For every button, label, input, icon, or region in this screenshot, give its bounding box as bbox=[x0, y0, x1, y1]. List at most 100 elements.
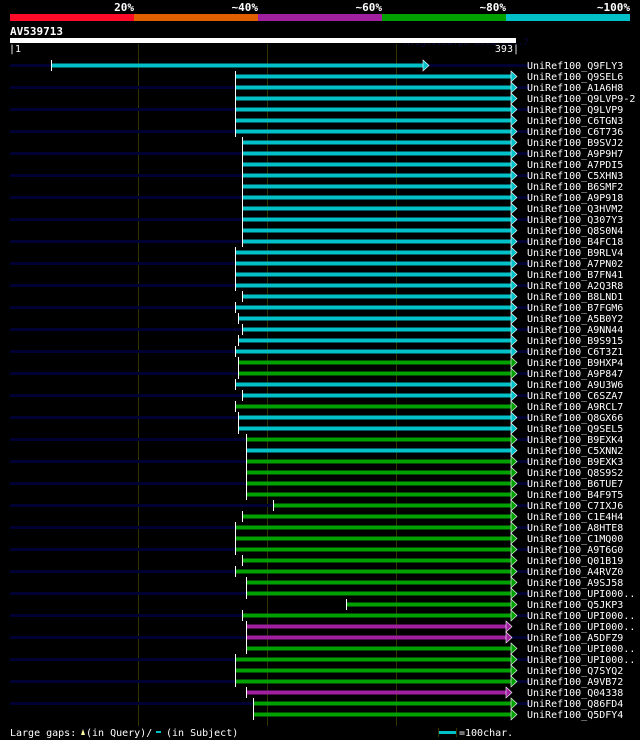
hit-label[interactable]: UniRef100_B7FN41 bbox=[527, 270, 623, 281]
hit-start-tick bbox=[235, 280, 236, 291]
hit-bar bbox=[246, 690, 507, 695]
hit-label[interactable]: UniRef100_A4RVZ0 bbox=[527, 567, 623, 578]
hit-label[interactable]: UniRef100_C7IXJ6 bbox=[527, 501, 623, 512]
hit-bar bbox=[235, 96, 512, 101]
hit-label[interactable]: UniRef100_UPI000.. bbox=[527, 644, 635, 655]
hit-bar bbox=[273, 503, 512, 508]
hit-start-tick bbox=[242, 181, 243, 192]
hit-bar bbox=[242, 151, 512, 156]
hit-label[interactable]: UniRef100_B9EXK3 bbox=[527, 457, 623, 468]
hit-label[interactable]: UniRef100_Q8S9S2 bbox=[527, 468, 623, 479]
hit-start-tick bbox=[235, 82, 236, 93]
hit-start-tick bbox=[246, 577, 247, 588]
hit-bar bbox=[238, 316, 512, 321]
hit-label[interactable]: UniRef100_Q9SEL5 bbox=[527, 424, 623, 435]
hit-label[interactable]: UniRef100_Q7SYQ2 bbox=[527, 666, 623, 677]
hit-start-tick bbox=[51, 60, 52, 71]
hit-bar bbox=[346, 602, 512, 607]
hit-label[interactable]: UniRef100_C5XHN3 bbox=[527, 171, 623, 182]
hit-label[interactable]: UniRef100_B9S915 bbox=[527, 336, 623, 347]
hit-label[interactable]: UniRef100_A9P9H7 bbox=[527, 149, 623, 160]
hit-label[interactable]: UniRef100_Q9LVP9 bbox=[527, 105, 623, 116]
hit-label[interactable]: UniRef100_A9SJ58 bbox=[527, 578, 623, 589]
hit-bar bbox=[235, 668, 512, 673]
hit-label[interactable]: UniRef100_A9NN44 bbox=[527, 325, 623, 336]
hit-bar bbox=[246, 646, 512, 651]
hit-bar bbox=[235, 525, 512, 530]
hit-start-tick bbox=[238, 335, 239, 346]
hit-start-tick bbox=[242, 555, 243, 566]
hit-bar bbox=[235, 261, 512, 266]
hit-label[interactable]: UniRef100_B9SVJ2 bbox=[527, 138, 623, 149]
legend-label: ~80% bbox=[480, 1, 507, 14]
hit-label[interactable]: UniRef100_A2Q3R8 bbox=[527, 281, 623, 292]
hit-label[interactable]: UniRef100_B6SMF2 bbox=[527, 182, 623, 193]
hit-bar bbox=[253, 712, 512, 717]
hit-start-tick bbox=[235, 544, 236, 555]
hit-label[interactable]: UniRef100_Q5DFY4 bbox=[527, 710, 623, 721]
alignment-graphic: 20% ~40% ~60% ~80% ~100% AV539713 AlignV… bbox=[0, 0, 640, 740]
hit-label[interactable]: UniRef100_B6TUE7 bbox=[527, 479, 623, 490]
hit-start-tick bbox=[246, 434, 247, 445]
hit-label[interactable]: UniRef100_C1MQ00 bbox=[527, 534, 623, 545]
hit-label[interactable]: UniRef100_UPI000.. bbox=[527, 589, 635, 600]
hit-label[interactable]: UniRef100_Q8GX66 bbox=[527, 413, 623, 424]
hit-start-tick bbox=[346, 599, 347, 610]
hit-label[interactable]: UniRef100_Q86FD4 bbox=[527, 699, 623, 710]
hit-label[interactable]: UniRef100_Q9SEL6 bbox=[527, 72, 623, 83]
hit-label[interactable]: UniRef100_Q5JKP3 bbox=[527, 600, 623, 611]
hit-label[interactable]: UniRef100_B4F9T5 bbox=[527, 490, 623, 501]
hit-label[interactable]: UniRef100_UPI000.. bbox=[527, 655, 635, 666]
hit-start-tick bbox=[235, 379, 236, 390]
hit-label[interactable]: UniRef100_A5B0Y2 bbox=[527, 314, 623, 325]
hit-label[interactable]: UniRef100_Q3HVM2 bbox=[527, 204, 623, 215]
hit-bar bbox=[238, 426, 512, 431]
hit-label[interactable]: UniRef100_A9P918 bbox=[527, 193, 623, 204]
hit-label[interactable]: UniRef100_C1E4H4 bbox=[527, 512, 623, 523]
hit-bar bbox=[242, 140, 512, 145]
hit-label[interactable]: UniRef100_B9HXP4 bbox=[527, 358, 623, 369]
hit-label[interactable]: UniRef100_A7PN02 bbox=[527, 259, 623, 270]
hit-start-tick bbox=[253, 709, 254, 720]
hit-label[interactable]: UniRef100_A1A6H8 bbox=[527, 83, 623, 94]
hit-label[interactable]: UniRef100_A7PDI5 bbox=[527, 160, 623, 171]
hit-label[interactable]: UniRef100_A9T6G0 bbox=[527, 545, 623, 556]
hit-start-tick bbox=[235, 93, 236, 104]
hit-bar bbox=[242, 294, 512, 299]
hit-start-tick bbox=[235, 71, 236, 82]
hit-label[interactable]: UniRef100_C5XNN2 bbox=[527, 446, 623, 457]
hit-label[interactable]: UniRef100_Q307Y3 bbox=[527, 215, 623, 226]
hit-label[interactable]: UniRef100_A9U3W6 bbox=[527, 380, 623, 391]
hit-label[interactable]: UniRef100_B9RLV4 bbox=[527, 248, 623, 259]
hit-start-tick bbox=[246, 467, 247, 478]
hit-label[interactable]: UniRef100_Q9LVP9-2 bbox=[527, 94, 635, 105]
hit-label[interactable]: UniRef100_Q01B19 bbox=[527, 556, 623, 567]
hit-label[interactable]: UniRef100_C6SZA7 bbox=[527, 391, 623, 402]
hit-label[interactable]: UniRef100_UPI000.. bbox=[527, 622, 635, 633]
hit-start-tick bbox=[235, 676, 236, 687]
hit-start-tick bbox=[242, 390, 243, 401]
hit-label[interactable]: UniRef100_B4FC18 bbox=[527, 237, 623, 248]
hit-bar bbox=[246, 437, 512, 442]
hit-label[interactable]: UniRef100_A5DFZ9 bbox=[527, 633, 623, 644]
hit-label[interactable]: UniRef100_Q04338 bbox=[527, 688, 623, 699]
in-subject-label: (in Subject) bbox=[166, 728, 238, 739]
subject-gap-icon bbox=[156, 731, 161, 733]
hit-start-tick bbox=[235, 566, 236, 577]
hit-label[interactable]: UniRef100_C6T3Z1 bbox=[527, 347, 623, 358]
hit-label[interactable]: UniRef100_Q8S0N4 bbox=[527, 226, 623, 237]
gaps-label: Large gaps: bbox=[10, 728, 76, 739]
hit-label[interactable]: UniRef100_A9RCL7 bbox=[527, 402, 623, 413]
hit-label[interactable]: UniRef100_C6T736 bbox=[527, 127, 623, 138]
hit-start-tick bbox=[246, 489, 247, 500]
hit-label[interactable]: UniRef100_A9VB72 bbox=[527, 677, 623, 688]
hit-label[interactable]: UniRef100_B8LND1 bbox=[527, 292, 623, 303]
hit-label[interactable]: UniRef100_B9EXK4 bbox=[527, 435, 623, 446]
hit-label[interactable]: UniRef100_A8HTE8 bbox=[527, 523, 623, 534]
hit-label[interactable]: UniRef100_Q9FLY3 bbox=[527, 61, 623, 72]
hit-label[interactable]: UniRef100_UPI000.. bbox=[527, 611, 635, 622]
hit-label[interactable]: UniRef100_A9P847 bbox=[527, 369, 623, 380]
hit-label[interactable]: UniRef100_C6TGN3 bbox=[527, 116, 623, 127]
hit-label[interactable]: UniRef100_B7FGM6 bbox=[527, 303, 623, 314]
query-title: AV539713 bbox=[10, 25, 63, 38]
